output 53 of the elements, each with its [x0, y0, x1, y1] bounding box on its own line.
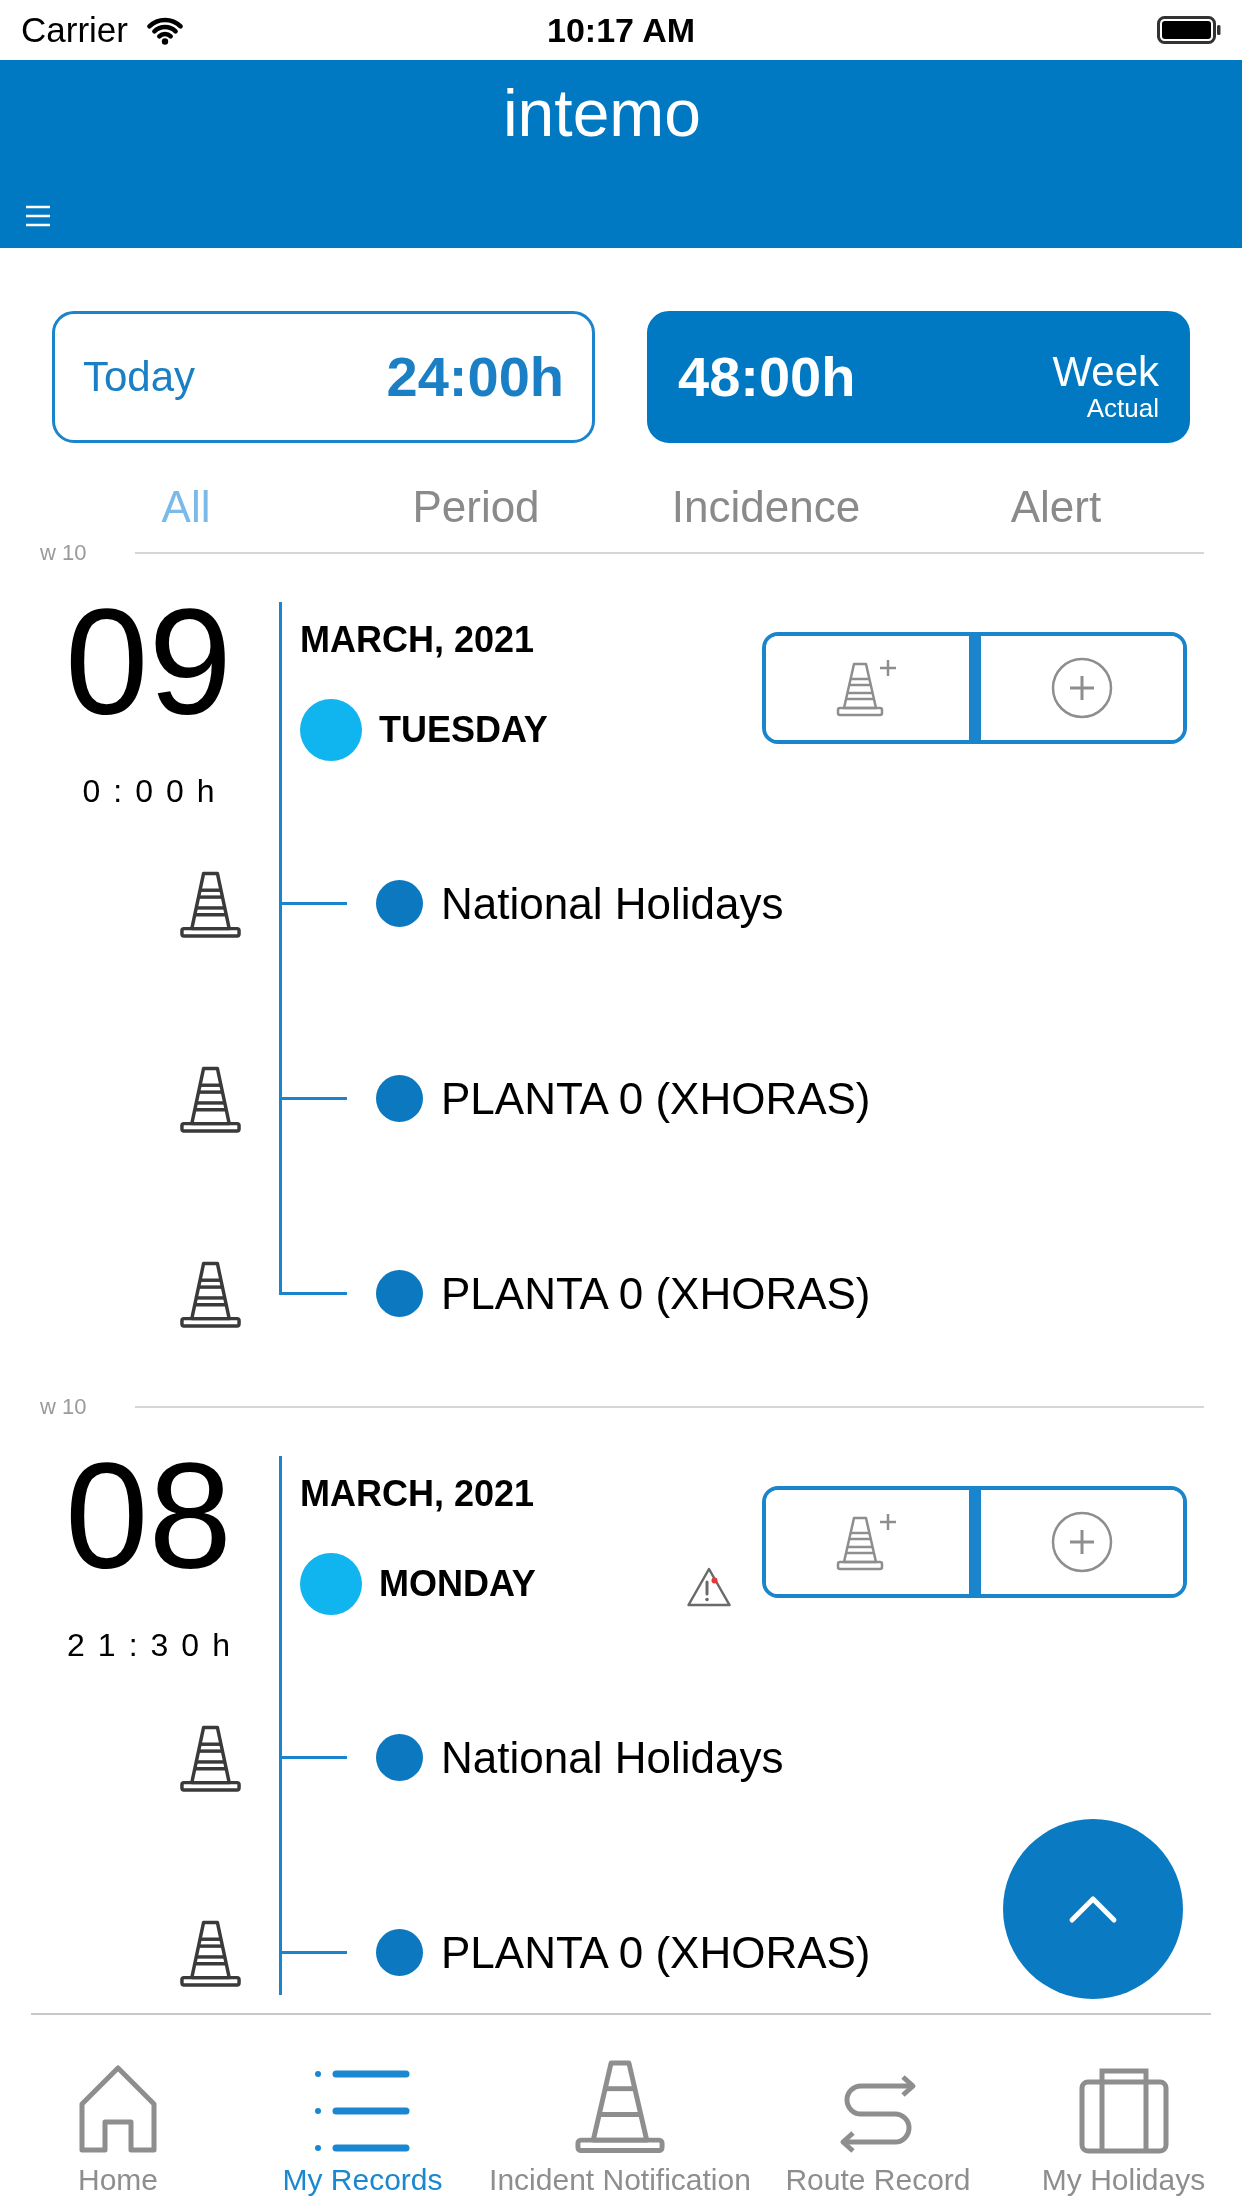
entry-dot-icon [376, 1929, 423, 1976]
period-label: Week [1052, 350, 1159, 394]
day-number: 09 [65, 602, 232, 722]
timeline-connector [282, 902, 347, 905]
chevron-up-icon [1068, 1894, 1118, 1924]
timeline-connector [282, 1097, 347, 1100]
plus-circle-icon [1050, 1511, 1113, 1573]
day-total-hours: 21:30h [66, 1626, 243, 1665]
day-number: 08 [65, 1456, 232, 1576]
carrier-label: Carrier [21, 10, 128, 50]
week-label: w 10 [40, 541, 87, 565]
entry-dot-icon [376, 880, 423, 927]
filter-tab[interactable]: Alert [1010, 477, 1102, 537]
week-label: w 10 [40, 1395, 87, 1419]
status-time: 10:17 AM [547, 10, 695, 50]
entry-label: PLANTA 0 (XHORAS) [441, 1267, 871, 1320]
entry-label: PLANTA 0 (XHORAS) [441, 1072, 871, 1125]
timeline-connector [282, 1951, 347, 1954]
weekday-label: MONDAY [379, 1563, 536, 1605]
timeline-connector [282, 1756, 347, 1759]
battery-icon [1157, 16, 1221, 44]
timeline-connector [282, 1292, 347, 1295]
entry-label: National Holidays [441, 1731, 784, 1784]
menu-icon[interactable] [25, 205, 51, 227]
traffic-cone-icon [574, 2059, 666, 2154]
entry-dot-icon [376, 1075, 423, 1122]
entry-dot-icon [376, 1270, 423, 1317]
month-year-label: MARCH, 2021 [300, 618, 536, 662]
period-label: Today [83, 355, 196, 399]
list-icon [314, 2068, 411, 2154]
logo-text: intemo [502, 75, 702, 152]
nav-tab[interactable]: Home [78, 2059, 158, 2200]
entry-dot-icon [376, 1734, 423, 1781]
filter-tab[interactable]: All [161, 477, 211, 537]
cone-plus-icon [836, 1512, 899, 1572]
hours-total: 24:00h [386, 345, 564, 409]
nav-tab[interactable]: Incident Notification [489, 2059, 751, 2200]
filter-tab[interactable]: Period [412, 477, 540, 537]
month-year-label: MARCH, 2021 [300, 1472, 536, 1516]
plus-circle-icon [1050, 657, 1113, 719]
nav-tab[interactable]: My Holidays [1041, 2059, 1206, 2200]
entry-label: PLANTA 0 (XHORAS) [441, 1926, 871, 1979]
home-icon [78, 2064, 158, 2154]
hours-total: 48:00h [678, 345, 856, 409]
period-note: Actual [1086, 394, 1159, 422]
suitcase-icon [1078, 2066, 1169, 2154]
nav-tab[interactable]: Route Record [785, 2059, 971, 2200]
entry-label: National Holidays [441, 877, 784, 930]
day-total-hours: 0:00h [81, 772, 228, 811]
cone-plus-icon [836, 658, 899, 718]
nav-tab[interactable]: My Records [282, 2059, 443, 2200]
filter-tab[interactable]: Incidence [671, 477, 861, 537]
weekday-label: TUESDAY [379, 709, 548, 751]
